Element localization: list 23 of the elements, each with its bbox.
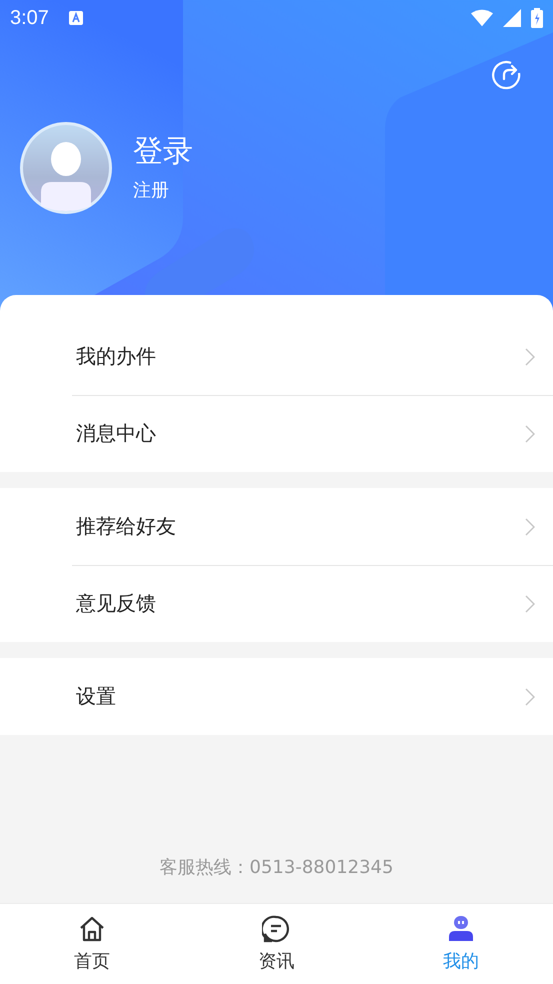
chevron-icon: [525, 424, 535, 442]
menu-item[interactable]: 我的办件: [0, 318, 553, 395]
home-icon: [78, 915, 106, 943]
notification-icon: [68, 11, 83, 25]
chat-icon: [262, 915, 290, 943]
menu-item[interactable]: 设置: [0, 658, 553, 735]
tab[interactable]: 首页: [0, 904, 184, 984]
chevron-icon: [525, 688, 535, 706]
status-time: 3:07: [10, 6, 49, 30]
avatar[interactable]: [20, 122, 112, 214]
user-icon: [446, 915, 475, 943]
chevron-icon: [525, 518, 535, 536]
login-link[interactable]: 登录: [133, 134, 193, 170]
menu-item[interactable]: 消息中心: [0, 395, 553, 472]
menu-item[interactable]: 推荐给好友: [0, 488, 553, 565]
hotline-text: 客服热线：0513-88012345: [160, 856, 394, 879]
menu-item[interactable]: 意见反馈: [0, 565, 553, 642]
wifi-icon: [471, 9, 493, 27]
chevron-icon: [525, 348, 535, 366]
battery-icon: [531, 8, 543, 28]
tab[interactable]: 资讯: [184, 904, 369, 984]
signal-icon: [501, 9, 523, 27]
chevron-icon: [525, 594, 535, 612]
